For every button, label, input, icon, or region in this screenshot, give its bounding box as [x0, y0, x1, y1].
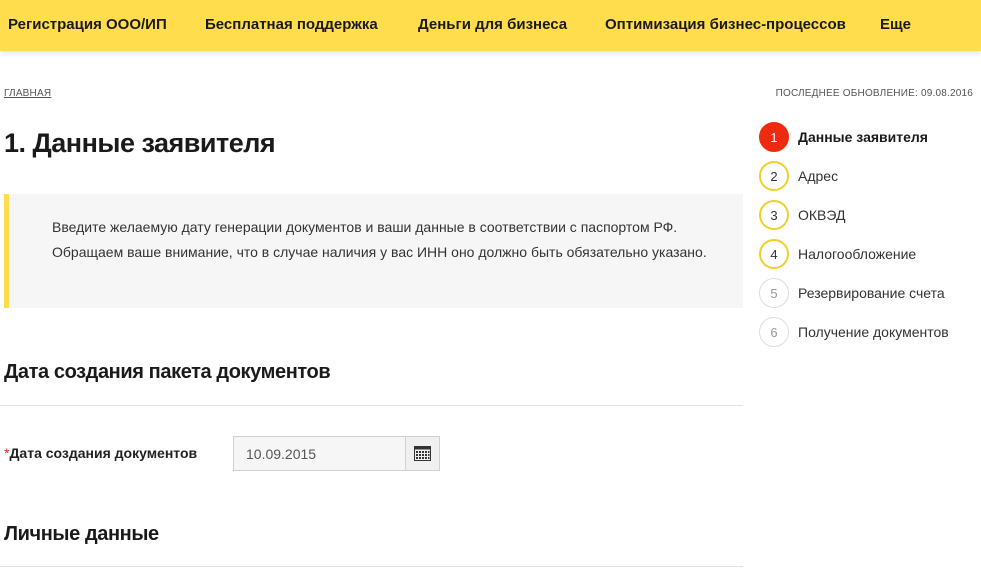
- section-divider: [0, 566, 743, 567]
- step-3[interactable]: 3 ОКВЭД: [759, 200, 981, 230]
- step-5: 5 Резервирование счета: [759, 278, 981, 308]
- step-number: 6: [759, 317, 789, 347]
- step-6: 6 Получение документов: [759, 317, 981, 347]
- date-field-label: *Дата создания документов: [4, 445, 197, 461]
- step-4[interactable]: 4 Налогообложение: [759, 239, 981, 269]
- step-2[interactable]: 2 Адрес: [759, 161, 981, 191]
- calendar-icon: [414, 446, 431, 461]
- step-label: Данные заявителя: [798, 129, 928, 145]
- nav-item-registration[interactable]: Регистрация ООО/ИП: [8, 16, 167, 33]
- step-number: 2: [759, 161, 789, 191]
- section-title-personal-data: Личные данные: [4, 523, 159, 545]
- step-1[interactable]: 1 Данные заявителя: [759, 122, 981, 152]
- document-date-input[interactable]: [233, 436, 406, 471]
- calendar-button[interactable]: [405, 436, 440, 471]
- step-number: 1: [759, 122, 789, 152]
- step-number: 3: [759, 200, 789, 230]
- step-number: 4: [759, 239, 789, 269]
- top-navigation: Регистрация ООО/ИП Бесплатная поддержка …: [0, 0, 981, 51]
- nav-item-process-optimization[interactable]: Оптимизация бизнес-процессов: [605, 16, 846, 33]
- step-number: 5: [759, 278, 789, 308]
- last-update-text: ПОСЛЕДНЕЕ ОБНОВЛЕНИЕ: 09.08.2016: [775, 88, 973, 99]
- step-label: Резервирование счета: [798, 285, 945, 301]
- nav-item-business-money[interactable]: Деньги для бизнеса: [418, 16, 567, 33]
- step-label: Налогообложение: [798, 246, 917, 262]
- section-divider: [0, 405, 743, 406]
- section-title-package-date: Дата создания пакета документов: [4, 361, 331, 383]
- breadcrumb-home-link[interactable]: ГЛАВНАЯ: [4, 88, 51, 99]
- step-label: ОКВЭД: [798, 207, 846, 223]
- step-label: Получение документов: [798, 324, 949, 340]
- step-label: Адрес: [798, 168, 839, 184]
- nav-item-free-support[interactable]: Бесплатная поддержка: [205, 16, 378, 33]
- page-title: 1. Данные заявителя: [4, 128, 276, 158]
- nav-item-more[interactable]: Еще: [880, 16, 911, 33]
- info-notice: Введите желаемую дату генерации документ…: [4, 194, 743, 308]
- notice-text: Введите желаемую дату генерации документ…: [52, 219, 707, 260]
- date-field-label-text: Дата создания документов: [9, 445, 198, 461]
